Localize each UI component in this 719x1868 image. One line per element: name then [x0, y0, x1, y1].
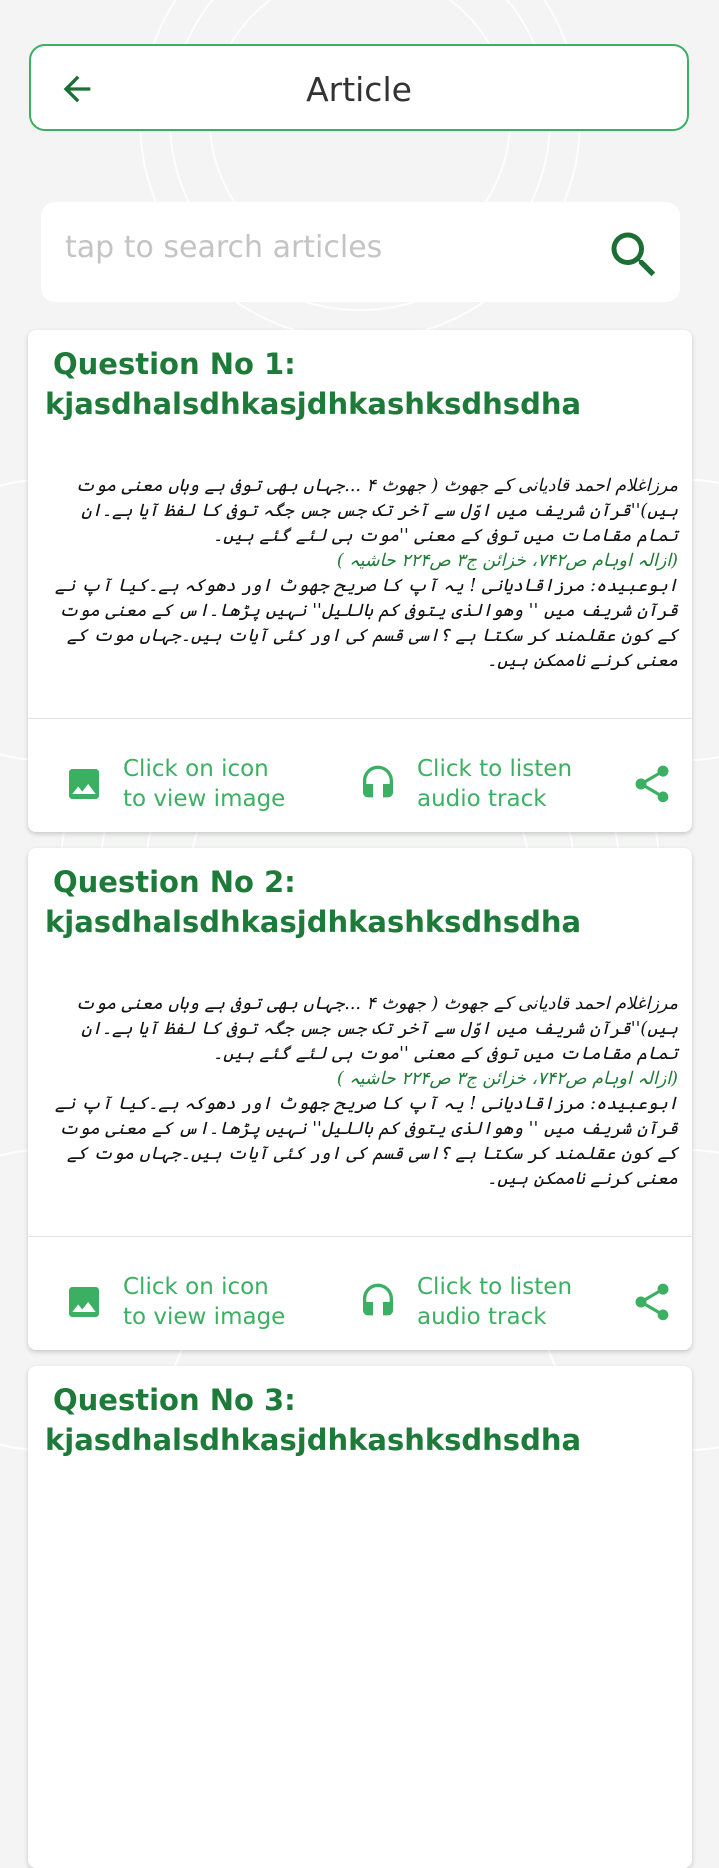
- body-reference: (ازالہ اوہام ص۷۴۲، خزائن ج۳ ص۲۲۴ حاشیہ ): [336, 551, 678, 571]
- article-title: Question No 3: kjasdhalsdhkasjdhkashksdh…: [45, 1380, 675, 1460]
- question-number: Question No 1:: [53, 347, 296, 381]
- image-icon: [64, 1282, 104, 1322]
- article-body: مرزاغلام احمد قادیانی کے جھوٹ ( جھوٹ ۴ .…: [46, 474, 678, 674]
- body-paragraph: مرزاغلام احمد قادیانی کے جھوٹ ( جھوٹ ۴ .…: [75, 476, 678, 546]
- headphones-icon: [358, 1282, 398, 1322]
- share-icon: [635, 1283, 669, 1321]
- listen-audio-button[interactable]: Click to listen audio track: [358, 1272, 572, 1332]
- card-divider: [28, 1236, 692, 1237]
- body-paragraph: ابوعبیدہ: مرزاقادیانی ! یہ آپ کا صریح جھ…: [54, 1094, 678, 1189]
- article-screen: Article Question No 1: kjasdhalsdhkasjdh…: [0, 0, 719, 1868]
- search-bar: [41, 202, 680, 302]
- question-subject: kjasdhalsdhkasjdhkashksdhsdha: [45, 1423, 582, 1457]
- view-image-button[interactable]: Click on icon to view image: [64, 754, 285, 814]
- app-header: Article: [29, 44, 689, 131]
- question-subject: kjasdhalsdhkasjdhkashksdhsdha: [45, 905, 582, 939]
- share-button[interactable]: [630, 762, 674, 806]
- share-icon: [635, 765, 669, 803]
- question-number: Question No 2:: [53, 865, 296, 899]
- page-title: Article: [306, 70, 412, 109]
- search-button[interactable]: [604, 225, 664, 285]
- question-subject: kjasdhalsdhkasjdhkashksdhsdha: [45, 387, 582, 421]
- body-reference: (ازالہ اوہام ص۷۴۲، خزائن ج۳ ص۲۲۴ حاشیہ ): [336, 1069, 678, 1089]
- article-title: Question No 1: kjasdhalsdhkasjdhkashksdh…: [45, 344, 675, 424]
- listen-audio-label: Click to listen audio track: [417, 1274, 573, 1330]
- article-card[interactable]: Question No 2: kjasdhalsdhkasjdhkashksdh…: [28, 848, 692, 1350]
- search-input[interactable]: [63, 220, 587, 274]
- article-body: مرزاغلام احمد قادیانی کے جھوٹ ( جھوٹ ۴ .…: [46, 992, 678, 1192]
- card-divider: [28, 718, 692, 719]
- headphones-icon: [358, 764, 398, 804]
- body-paragraph: مرزاغلام احمد قادیانی کے جھوٹ ( جھوٹ ۴ .…: [75, 994, 678, 1064]
- view-image-label: Click on icon to view image: [123, 1274, 286, 1330]
- view-image-label: Click on icon to view image: [123, 756, 286, 812]
- listen-audio-button[interactable]: Click to listen audio track: [358, 754, 572, 814]
- article-title: Question No 2: kjasdhalsdhkasjdhkashksdh…: [45, 862, 675, 942]
- view-image-button[interactable]: Click on icon to view image: [64, 1272, 285, 1332]
- search-icon: [611, 232, 656, 277]
- share-button[interactable]: [630, 1280, 674, 1324]
- body-paragraph: ابوعبیدہ: مرزاقادیانی ! یہ آپ کا صریح جھ…: [54, 576, 678, 671]
- article-card[interactable]: Question No 3: kjasdhalsdhkasjdhkashksdh…: [28, 1366, 692, 1868]
- question-number: Question No 3:: [53, 1383, 296, 1417]
- image-icon: [64, 764, 104, 804]
- listen-audio-label: Click to listen audio track: [417, 756, 573, 812]
- article-card[interactable]: Question No 1: kjasdhalsdhkasjdhkashksdh…: [28, 330, 692, 832]
